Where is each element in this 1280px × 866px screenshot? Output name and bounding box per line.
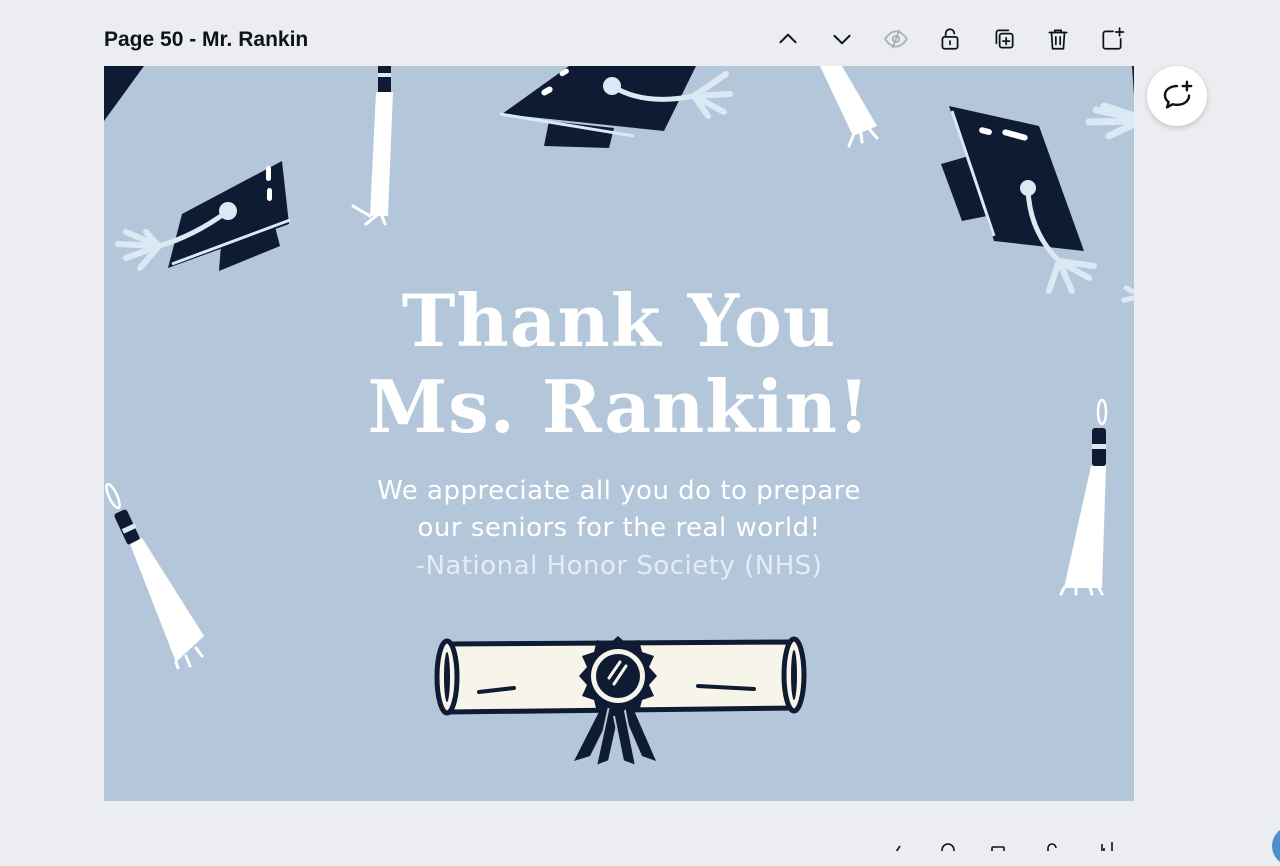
move-page-up-button[interactable] [770,22,806,56]
cap-fragment-icon [104,66,144,121]
eye-hidden-icon [884,29,908,49]
page-title[interactable]: Page 50 - Mr. Rankin [104,28,308,52]
lock-page-button[interactable] [932,22,968,56]
hide-page-button[interactable] [878,22,914,56]
delete-page-button[interactable] [1040,22,1076,56]
add-page-button[interactable] [1094,22,1130,56]
graduation-cap-icon [499,66,733,148]
card-message-line-1[interactable]: We appreciate all you do to prepare [104,472,1134,510]
chevron-down-icon [833,34,851,45]
diploma-icon [434,636,807,768]
next-page-toolbar [880,838,1140,851]
add-page-icon [1102,27,1125,50]
card-title-line-2[interactable]: Ms. Rankin! [104,364,1134,450]
add-comment-button[interactable] [1147,66,1207,126]
add-comment-icon [1163,80,1193,109]
card-title-line-1[interactable]: Thank You [104,278,1134,364]
page-header: Page 50 - Mr. Rankin [104,22,1134,58]
tassel-icon [351,66,393,226]
trash-icon [1048,29,1068,50]
duplicate-page-icon [995,29,1014,49]
move-page-down-button[interactable] [824,22,860,56]
graduation-cap-icon [115,161,291,271]
unlock-icon [941,28,959,50]
help-button[interactable] [1272,826,1280,866]
duplicate-page-button[interactable] [986,22,1022,56]
card-signature[interactable]: -National Honor Society (NHS) [104,547,1134,585]
chevron-up-icon [779,33,797,44]
design-canvas[interactable]: Thank You Ms. Rankin! We appreciate all … [104,66,1134,801]
graduation-cap-icon [941,106,1097,294]
toolbar-icons-partial [895,842,1113,851]
tassel-icon [820,66,879,148]
card-message-line-2[interactable]: our seniors for the real world! [104,509,1134,547]
